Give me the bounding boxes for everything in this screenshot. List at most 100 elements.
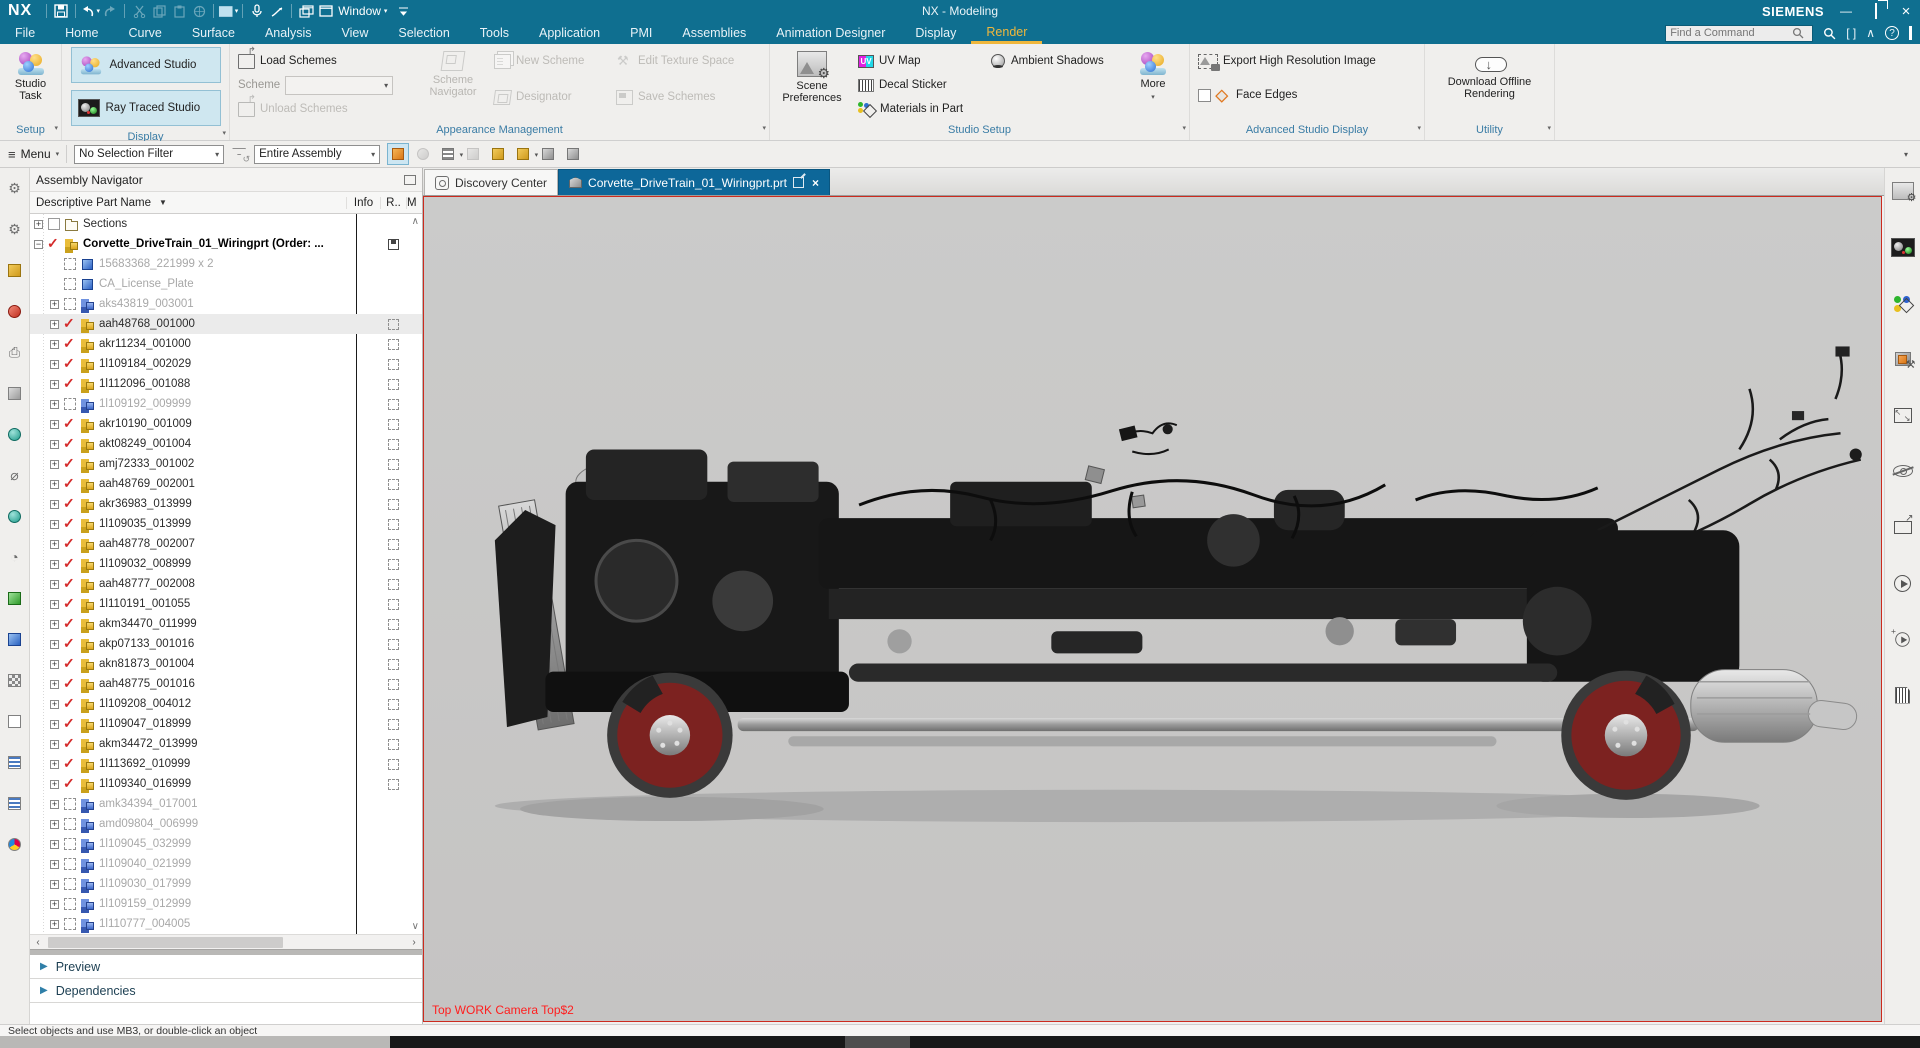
component-checkbox-checked[interactable] xyxy=(64,518,76,530)
customize-quick-access-icon[interactable] xyxy=(393,2,413,20)
copy-icon[interactable] xyxy=(149,2,169,20)
window-menu[interactable]: Window xyxy=(338,4,381,18)
menu-tab-home[interactable]: Home xyxy=(50,22,113,44)
expand-toggle-icon[interactable]: + xyxy=(50,840,59,849)
expand-toggle-icon[interactable]: + xyxy=(50,740,59,749)
tab-close-icon[interactable]: × xyxy=(812,176,819,190)
decal-sticker-button[interactable]: Decal Sticker xyxy=(854,73,982,97)
expand-toggle-icon[interactable]: + xyxy=(50,580,59,589)
tree-row[interactable]: +1l109032_008999 xyxy=(30,554,422,574)
find-command-box[interactable] xyxy=(1665,25,1813,42)
restore-button[interactable] xyxy=(1868,4,1884,18)
tree-row[interactable]: +1l109030_017999 xyxy=(30,874,422,894)
expand-toggle-icon[interactable]: + xyxy=(50,540,59,549)
studio-task-button[interactable]: Studio Task xyxy=(4,47,57,122)
component-checkbox[interactable] xyxy=(64,878,76,890)
expand-toggle-icon[interactable]: + xyxy=(34,220,43,229)
column-descriptive-part-name[interactable]: Descriptive Part Name▼ xyxy=(36,197,346,209)
selection-spheres-icon[interactable] xyxy=(412,143,434,165)
panel-window-icon[interactable] xyxy=(404,175,416,185)
menu-tab-application[interactable]: Application xyxy=(524,22,615,44)
component-checkbox-checked[interactable] xyxy=(64,318,76,330)
component-checkbox-checked[interactable] xyxy=(64,458,76,470)
window-icon[interactable] xyxy=(316,2,336,20)
tree-row[interactable]: +amj72333_001002 xyxy=(30,454,422,474)
snap-point-toggle-icon[interactable] xyxy=(387,143,409,165)
menu-tab-pmi[interactable]: PMI xyxy=(615,22,667,44)
cut-icon[interactable] xyxy=(129,2,149,20)
expand-toggle-icon[interactable]: + xyxy=(50,380,59,389)
scene-preferences-button[interactable]: Scene Preferences xyxy=(774,47,850,122)
replay-icon[interactable] xyxy=(1891,628,1915,650)
tree-row[interactable]: +aks43819_003001 xyxy=(30,294,422,314)
tree-row[interactable]: +akn81873_001004 xyxy=(30,654,422,674)
column-r[interactable]: R.. xyxy=(380,197,406,209)
component-checkbox-checked[interactable] xyxy=(64,538,76,550)
tree-row[interactable]: +1l109047_018999 xyxy=(30,714,422,734)
menu-tab-assemblies[interactable]: Assemblies xyxy=(667,22,761,44)
tree-row[interactable]: +akr10190_001009 xyxy=(30,414,422,434)
navigator-horizontal-scrollbar[interactable]: ‹ › xyxy=(30,934,422,949)
expand-toggle-icon[interactable]: + xyxy=(50,640,59,649)
hide-objects-icon[interactable] xyxy=(1891,460,1915,482)
fullscreen-icon[interactable]: [ ] xyxy=(1846,26,1856,40)
tree-row[interactable]: +akp07133_001016 xyxy=(30,634,422,654)
tab-active-document[interactable]: Corvette_DriveTrain_01_Wiringprt.prt × xyxy=(558,169,830,195)
scheme-navigator-button[interactable]: Scheme Navigator xyxy=(420,47,486,122)
expand-toggle-icon[interactable]: + xyxy=(50,820,59,829)
component-checkbox[interactable] xyxy=(48,218,60,230)
minimize-button[interactable]: — xyxy=(1838,4,1854,18)
scrollbar-thumb[interactable] xyxy=(48,937,283,948)
expand-toggle-icon[interactable]: + xyxy=(50,780,59,789)
tree-row[interactable]: +15683368_221999 x 2 xyxy=(30,254,422,274)
bookmarks-list-icon[interactable] xyxy=(5,793,25,813)
expand-toggle-icon[interactable]: + xyxy=(50,900,59,909)
tree-row[interactable]: +1l112096_001088 xyxy=(30,374,422,394)
tree-row[interactable]: +aah48769_002001 xyxy=(30,474,422,494)
expand-toggle-icon[interactable]: + xyxy=(50,720,59,729)
component-checkbox-checked[interactable] xyxy=(64,738,76,750)
printer-icon[interactable]: ⎙ xyxy=(5,342,25,362)
expand-toggle-icon[interactable]: + xyxy=(50,700,59,709)
undo-icon[interactable]: ▾ xyxy=(80,2,100,20)
component-checkbox-checked[interactable] xyxy=(64,618,76,630)
component-checkbox[interactable] xyxy=(64,838,76,850)
tree-row[interactable]: +1l109192_009999 xyxy=(30,394,422,414)
help-icon[interactable]: ? xyxy=(1885,26,1899,40)
materials-in-part-button[interactable]: Materials in Part xyxy=(854,97,982,121)
filter-reset-icon[interactable] xyxy=(231,146,247,162)
tree-row[interactable]: +1l109159_012999 xyxy=(30,894,422,914)
close-button[interactable]: × xyxy=(1898,3,1914,20)
component-checkbox[interactable] xyxy=(64,858,76,870)
scroll-left-arrow[interactable]: ‹ xyxy=(30,937,46,948)
expand-toggle-icon[interactable]: + xyxy=(50,680,59,689)
template-doc-icon[interactable] xyxy=(5,711,25,731)
paste-icon[interactable] xyxy=(169,2,189,20)
touch-mode-icon[interactable] xyxy=(267,2,287,20)
uv-map-button[interactable]: UVUV Map xyxy=(854,49,982,73)
marker-red-icon[interactable] xyxy=(5,301,25,321)
menu-tab-tools[interactable]: Tools xyxy=(465,22,524,44)
expand-toggle-icon[interactable]: + xyxy=(50,440,59,449)
export-image-icon[interactable] xyxy=(1891,516,1915,538)
tree-row[interactable]: +amd09804_006999 xyxy=(30,814,422,834)
expand-view-icon[interactable] xyxy=(1891,404,1915,426)
materials-icon[interactable] xyxy=(1891,292,1915,314)
preview-section[interactable]: ▶Preview xyxy=(30,955,422,979)
expand-toggle-icon[interactable]: + xyxy=(50,500,59,509)
redo-icon[interactable] xyxy=(100,2,120,20)
menu-tab-curve[interactable]: Curve xyxy=(114,22,177,44)
component-checkbox-checked[interactable] xyxy=(64,638,76,650)
expand-toggle-icon[interactable]: + xyxy=(50,600,59,609)
tree-row[interactable]: +CA_License_Plate xyxy=(30,274,422,294)
component-checkbox[interactable] xyxy=(64,818,76,830)
export-high-res-button[interactable]: Export High Resolution Image xyxy=(1194,49,1380,73)
component-checkbox-checked[interactable] xyxy=(64,598,76,610)
bolt-icon[interactable] xyxy=(5,629,25,649)
component-checkbox[interactable] xyxy=(64,398,76,410)
tree-row[interactable]: +1l109184_002029 xyxy=(30,354,422,374)
designator-button[interactable]: Designator xyxy=(490,85,608,109)
taskbar[interactable] xyxy=(0,1036,1920,1048)
tree-row[interactable]: +1l109040_021999 xyxy=(30,854,422,874)
menu-tab-surface[interactable]: Surface xyxy=(177,22,250,44)
